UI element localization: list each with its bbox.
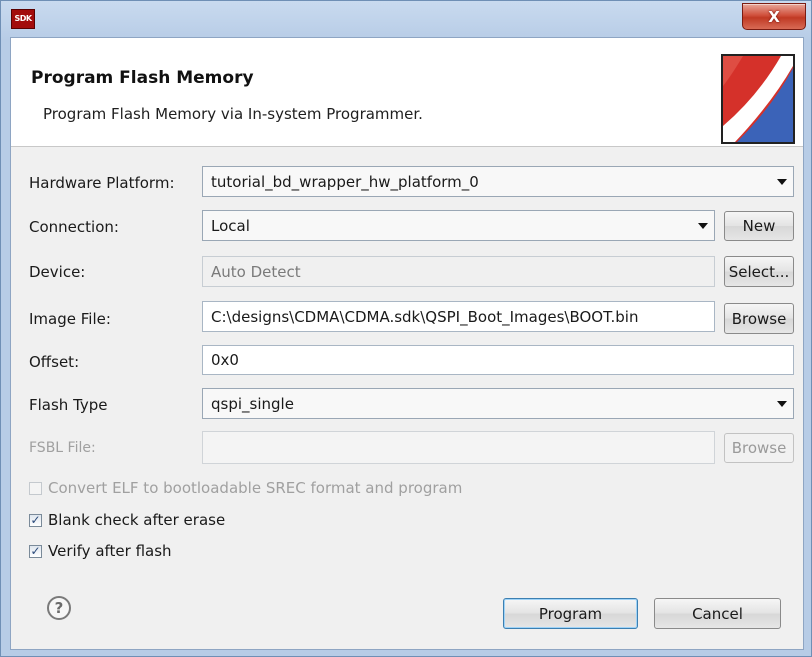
flash-banner-icon: [721, 54, 795, 144]
convert-elf-option: Convert ELF to bootloadable SREC format …: [29, 479, 462, 497]
hardware-platform-dropdown[interactable]: tutorial_bd_wrapper_hw_platform_0: [202, 166, 794, 197]
cancel-button[interactable]: Cancel: [654, 598, 781, 629]
checkbox-icon[interactable]: ✓: [29, 544, 42, 558]
title-bar[interactable]: SDK X: [1, 1, 812, 37]
connection-label: Connection:: [29, 218, 119, 236]
sdk-app-icon: SDK: [11, 9, 35, 29]
fsbl-file-input: [202, 431, 715, 464]
checkbox-icon[interactable]: ✓: [29, 513, 42, 527]
device-label: Device:: [29, 263, 86, 281]
program-button[interactable]: Program: [503, 598, 638, 629]
dropdown-arrow-icon: [777, 178, 787, 185]
new-connection-button[interactable]: New: [724, 211, 794, 241]
connection-dropdown[interactable]: Local: [202, 210, 715, 241]
browse-fsbl-button: Browse: [724, 433, 794, 463]
dialog-client-area: Program Flash Memory Program Flash Memor…: [10, 37, 804, 650]
hardware-platform-label: Hardware Platform:: [29, 174, 175, 192]
device-value: Auto Detect: [211, 262, 301, 281]
flash-type-value: qspi_single: [211, 394, 294, 413]
verify-label: Verify after flash: [48, 542, 172, 560]
flash-type-dropdown[interactable]: qspi_single: [202, 388, 794, 419]
help-icon[interactable]: ?: [47, 596, 71, 620]
offset-label: Offset:: [29, 353, 80, 371]
dialog-window: SDK X Program Flash Memory Program Flash…: [0, 0, 812, 657]
image-file-value: C:\designs\CDMA\CDMA.sdk\QSPI_Boot_Image…: [211, 307, 639, 326]
close-button[interactable]: X: [742, 3, 806, 30]
checkbox-icon: [29, 481, 42, 495]
offset-input[interactable]: 0x0: [202, 345, 794, 375]
device-field: Auto Detect: [202, 256, 715, 287]
dropdown-arrow-icon: [698, 222, 708, 229]
dropdown-arrow-icon: [777, 400, 787, 407]
dialog-header: Program Flash Memory Program Flash Memor…: [11, 38, 803, 147]
dialog-title: Program Flash Memory: [31, 68, 254, 88]
image-file-label: Image File:: [29, 310, 111, 328]
verify-option[interactable]: ✓ Verify after flash: [29, 542, 172, 560]
connection-value: Local: [211, 216, 250, 235]
flash-type-label: Flash Type: [29, 396, 108, 414]
close-icon: X: [768, 7, 780, 26]
fsbl-file-label: FSBL File:: [29, 440, 96, 456]
browse-image-button[interactable]: Browse: [724, 303, 794, 334]
hardware-platform-value: tutorial_bd_wrapper_hw_platform_0: [211, 172, 479, 191]
blank-check-option[interactable]: ✓ Blank check after erase: [29, 511, 225, 529]
convert-elf-label: Convert ELF to bootloadable SREC format …: [48, 479, 463, 497]
dialog-description: Program Flash Memory via In-system Progr…: [43, 105, 423, 123]
blank-check-label: Blank check after erase: [48, 511, 226, 529]
image-file-input[interactable]: C:\designs\CDMA\CDMA.sdk\QSPI_Boot_Image…: [202, 301, 715, 332]
offset-value: 0x0: [211, 351, 239, 369]
select-device-button[interactable]: Select...: [724, 256, 794, 287]
